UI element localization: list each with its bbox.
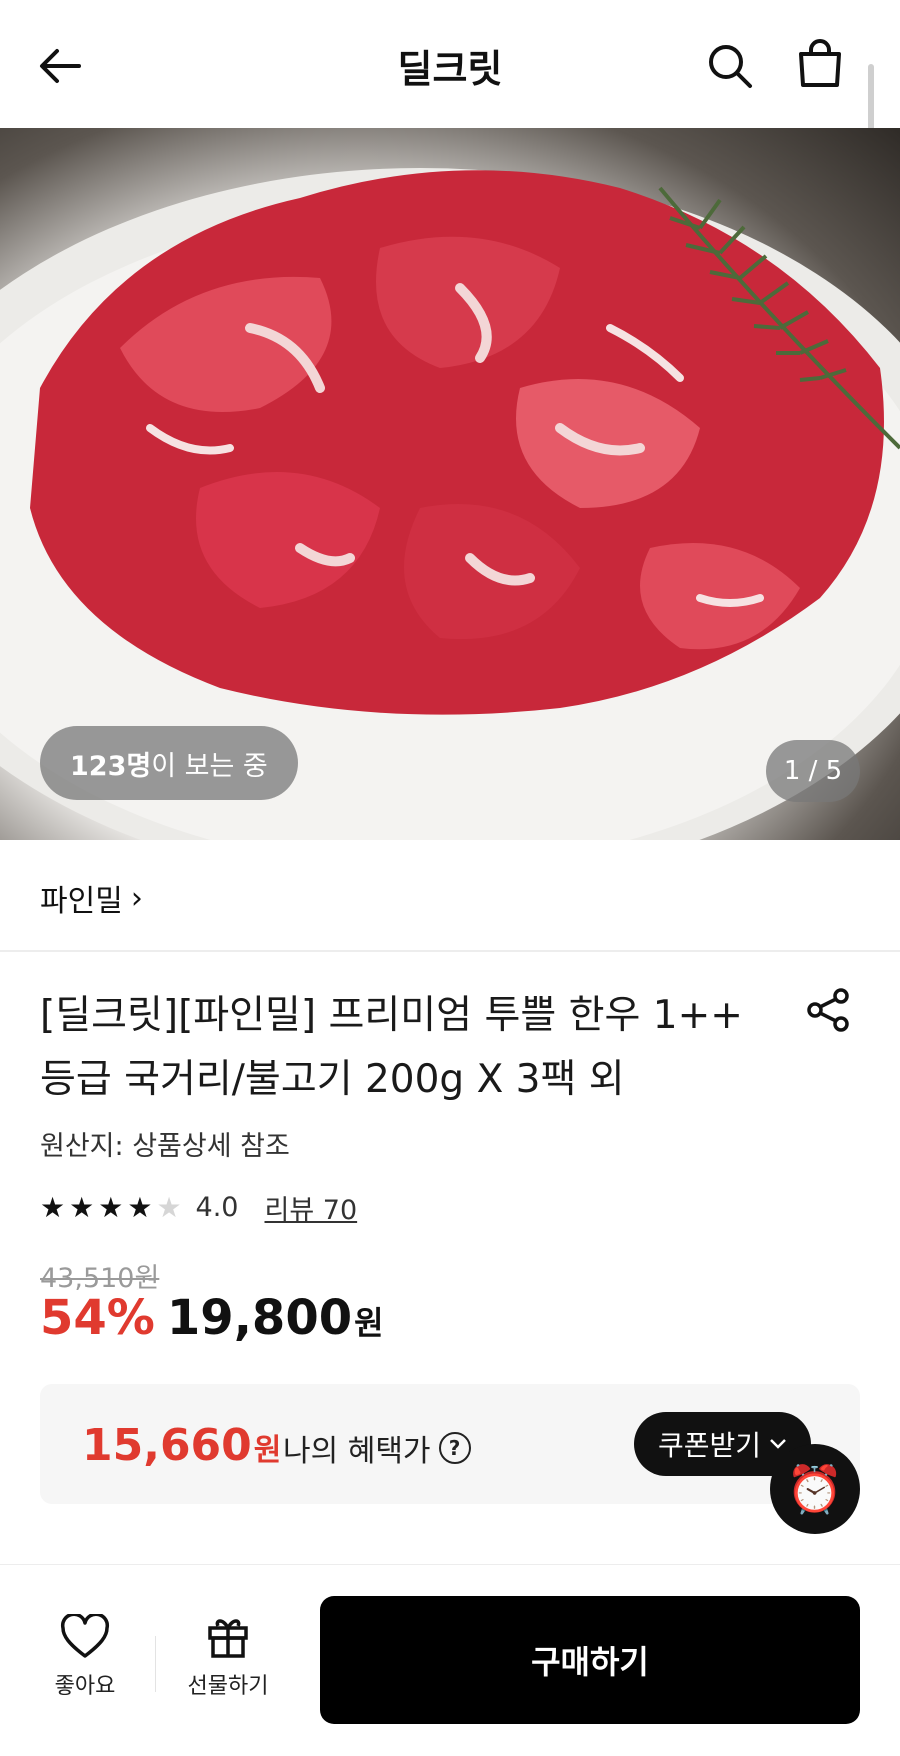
benefit-label: 나의 혜택가 ? [283,1426,471,1470]
seller-link[interactable]: 파인밀 › [40,876,143,920]
benefit-box: 15,660원 나의 혜택가 ? 쿠폰받기 [40,1384,860,1504]
benefit-price: 15,660원 [82,1420,281,1471]
star-filled-icon: ★ [40,1190,66,1224]
buy-button[interactable]: 구매하기 [320,1596,860,1724]
viewers-count: 123명 [70,750,152,782]
product-image-carousel[interactable]: 123명 이 보는 중 1 / 5 [0,128,900,840]
benefit-label-text: 나의 혜택가 [283,1434,431,1469]
price-unit: 원 [354,1304,384,1342]
benefit-price-value: 15,660 [82,1420,252,1471]
product-title: [딜크릿][파인밀] 프리미엄 투쁠 한우 1++ 등급 국거리/불고기 200… [40,993,743,1102]
search-icon [709,45,752,88]
star-filled-icon: ★ [127,1190,153,1224]
alarm-clock-icon: ⏰ [786,1461,844,1516]
help-icon[interactable]: ? [438,1432,471,1464]
alarm-clock-button[interactable]: ⏰ [770,1444,860,1534]
gift-icon [208,1619,248,1658]
divider [155,1636,156,1692]
rating-row: ★ ★ ★ ★ ★ 4.0 리뷰 70 [40,1188,357,1227]
star-filled-icon: ★ [69,1190,95,1224]
share-button[interactable] [800,982,856,1038]
sale-price: 19,800 [166,1290,353,1346]
chevron-right-icon: › [130,880,143,916]
shopping-bag-icon [799,39,841,87]
review-link[interactable]: 리뷰 70 [265,1188,358,1227]
price-row: 54% 19,800 원 [40,1290,384,1346]
star-rating: ★ ★ ★ ★ ★ [40,1190,182,1224]
like-button[interactable]: 좋아요 [40,1614,130,1714]
page-indicator: 1 / 5 [766,740,860,802]
divider [0,1564,900,1565]
app-header: 딜크릿 [0,0,900,128]
gift-button[interactable]: 선물하기 [178,1614,278,1714]
page-title: 딜크릿 [397,47,503,91]
discount-rate: 54% [40,1290,155,1346]
gift-label: 선물하기 [187,1674,269,1699]
share-icon [807,988,849,1032]
viewers-suffix: 이 보는 중 [151,750,268,782]
viewers-badge: 123명 이 보는 중 [40,726,298,800]
seller-name: 파인밀 [40,884,123,919]
rating-value: 4.0 [195,1192,239,1223]
origin-info: 원산지: 상품상세 참조 [40,1131,290,1162]
divider [0,950,900,952]
search-button[interactable] [700,36,760,96]
cart-button[interactable] [790,34,850,94]
coupon-button-label: 쿠폰받기 [658,1429,762,1462]
like-label: 좋아요 [54,1674,116,1699]
heart-icon [60,1614,110,1658]
star-empty-icon: ★ [156,1190,182,1224]
star-filled-icon: ★ [98,1190,124,1224]
benefit-price-unit: 원 [253,1433,282,1468]
chevron-down-icon [770,1439,786,1449]
